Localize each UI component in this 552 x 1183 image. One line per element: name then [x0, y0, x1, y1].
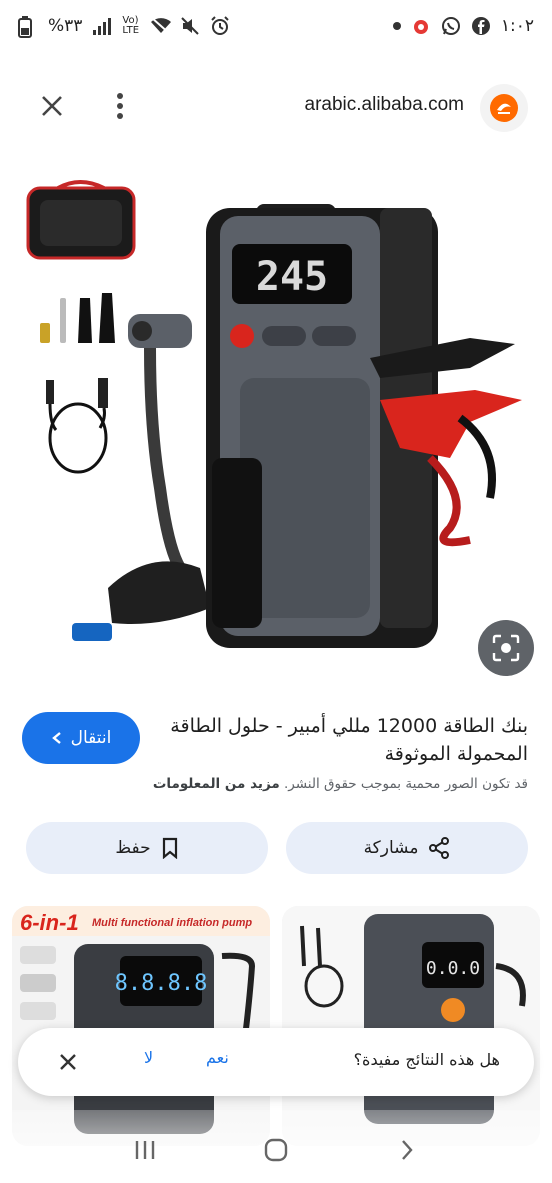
page: %٣٣ Vo) LTE ١:٠٢ arabic.alibaba.com 245 …	[0, 0, 552, 1183]
bookmark-icon	[162, 837, 177, 859]
usb-cable	[46, 378, 108, 474]
home-button[interactable]	[256, 1130, 296, 1170]
share-button[interactable]: مشاركة	[286, 822, 528, 874]
whatsapp-icon	[441, 16, 461, 36]
chevron-left-icon	[51, 732, 61, 744]
clock: ١:٠٢	[500, 16, 534, 36]
close-icon	[42, 96, 62, 116]
network-type: Vo) LTE	[122, 15, 140, 36]
system-nav-bar	[0, 1120, 552, 1180]
status-right: ١:٠٢	[392, 16, 534, 36]
device-display-readout: 245	[256, 254, 328, 300]
more-vert-icon	[117, 93, 123, 119]
visit-label: انتقال	[70, 728, 112, 748]
save-label: حفظ	[115, 838, 151, 858]
mute-icon	[180, 16, 200, 36]
feedback-question: هل هذه النتائج مفيدة؟	[353, 1050, 500, 1069]
status-bar: %٣٣ Vo) LTE ١:٠٢	[0, 0, 552, 52]
signal-icon	[92, 16, 112, 36]
lens-icon	[492, 634, 520, 662]
save-button[interactable]: حفظ	[26, 822, 268, 874]
banner-subtitle: Multi functional inflation pump	[92, 917, 252, 929]
site-domain[interactable]: arabic.alibaba.com	[305, 94, 464, 116]
visit-button[interactable]: انتقال	[22, 712, 140, 764]
alarm-icon	[210, 16, 230, 36]
wifi-icon	[150, 16, 172, 36]
inflation-hose	[72, 314, 210, 641]
share-icon	[429, 837, 450, 859]
carry-case	[26, 180, 136, 260]
feedback-close-button[interactable]	[54, 1048, 82, 1076]
header: arabic.alibaba.com	[0, 66, 552, 148]
back-chevron-icon	[401, 1140, 413, 1160]
status-left: %٣٣ Vo) LTE	[18, 15, 230, 38]
close-icon	[60, 1054, 76, 1070]
recent-apps-button[interactable]	[125, 1130, 165, 1170]
banner-title: 6-in-1	[20, 910, 79, 935]
back-button[interactable]	[387, 1130, 427, 1170]
copyright-text: قد تكون الصور محمية بموجب حقوق النشر.	[284, 776, 528, 792]
feedback-bar: هل هذه النتائج مفيدة؟ نعم لا	[18, 1028, 534, 1096]
more-info-link[interactable]: مزيد من المعلومات	[153, 776, 280, 792]
google-lens-button[interactable]	[478, 620, 534, 676]
nozzle-accessories	[40, 293, 115, 343]
site-favicon	[480, 84, 528, 132]
home-icon	[264, 1138, 288, 1162]
copyright-notice: قد تكون الصور محمية بموجب حقوق النشر. مز…	[28, 776, 528, 792]
feedback-yes-button[interactable]: نعم	[206, 1048, 229, 1067]
battery-icon	[18, 16, 38, 38]
battery-percent: %٣٣	[48, 16, 83, 36]
share-label: مشاركة	[363, 838, 419, 858]
right-device-display: 0.0.0	[426, 958, 480, 979]
product-image[interactable]: 245	[0, 168, 552, 688]
facebook-icon	[471, 16, 491, 36]
feedback-no-button[interactable]: لا	[144, 1048, 153, 1067]
close-button[interactable]	[32, 86, 72, 126]
result-title[interactable]: بنك الطاقة 12000 مللي أمبير - حلول الطاق…	[168, 712, 528, 768]
dot-icon	[392, 22, 401, 30]
alibaba-logo-icon	[490, 94, 518, 122]
recent-apps-icon	[136, 1141, 155, 1159]
app-notification-icon	[411, 16, 431, 36]
more-options-button[interactable]	[100, 86, 140, 126]
left-device-display: 8.8.8.8	[115, 971, 208, 996]
